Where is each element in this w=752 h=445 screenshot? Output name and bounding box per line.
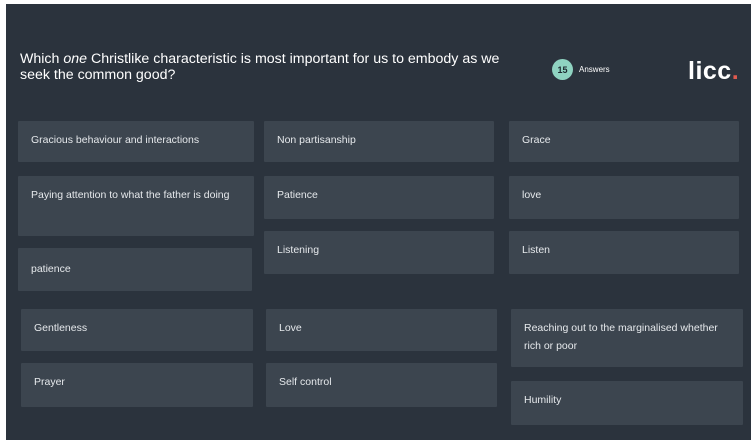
question-prefix: Which [20,51,64,67]
response-card: Reaching out to the marginalised whether… [511,309,743,367]
response-text: Listening [277,244,320,256]
response-text: Grace [522,134,551,146]
response-text: patience [31,263,71,275]
logo-dot: . [731,57,740,85]
response-text: Paying attention to what the father is d… [31,189,230,201]
response-card: Humility [511,381,743,425]
response-card: Gracious behaviour and interactions [18,121,254,162]
question-title: Which one Christlike characteristic is m… [20,51,530,83]
response-text: Self control [279,376,332,388]
slide: Which one Christlike characteristic is m… [6,4,751,440]
response-text: love [522,189,542,201]
response-text: Non partisanship [277,134,356,146]
question-emphasis: one [63,51,88,67]
response-card: Paying attention to what the father is d… [18,176,254,236]
response-card: Listen [509,231,739,274]
response-card: Gentleness [21,309,253,351]
response-card: Patience [264,176,494,219]
response-card: Love [266,309,497,351]
answer-count-badge: 15 [552,59,573,80]
response-text: Humility [524,394,562,406]
logo-text: licc [688,57,732,85]
answer-counter: 15 Answers [552,59,610,80]
response-text: Prayer [34,376,65,388]
response-card: Self control [266,363,497,407]
response-text: Listen [522,244,551,256]
response-card: Listening [264,231,494,274]
response-text: Patience [277,189,318,201]
response-text: Reaching out to the marginalised whether… [524,322,718,352]
question-suffix: Christlike characteristic is most import… [20,51,500,83]
licc-logo: licc. [688,56,739,86]
response-card: patience [18,248,252,291]
answer-count-label: Answers [579,65,610,74]
response-card: Non partisanship [264,121,494,162]
response-text: Love [279,322,302,334]
response-text: Gentleness [34,322,88,334]
response-card: love [509,176,739,219]
response-card: Grace [509,121,739,162]
response-text: Gracious behaviour and interactions [31,134,200,146]
response-card: Prayer [21,363,253,407]
